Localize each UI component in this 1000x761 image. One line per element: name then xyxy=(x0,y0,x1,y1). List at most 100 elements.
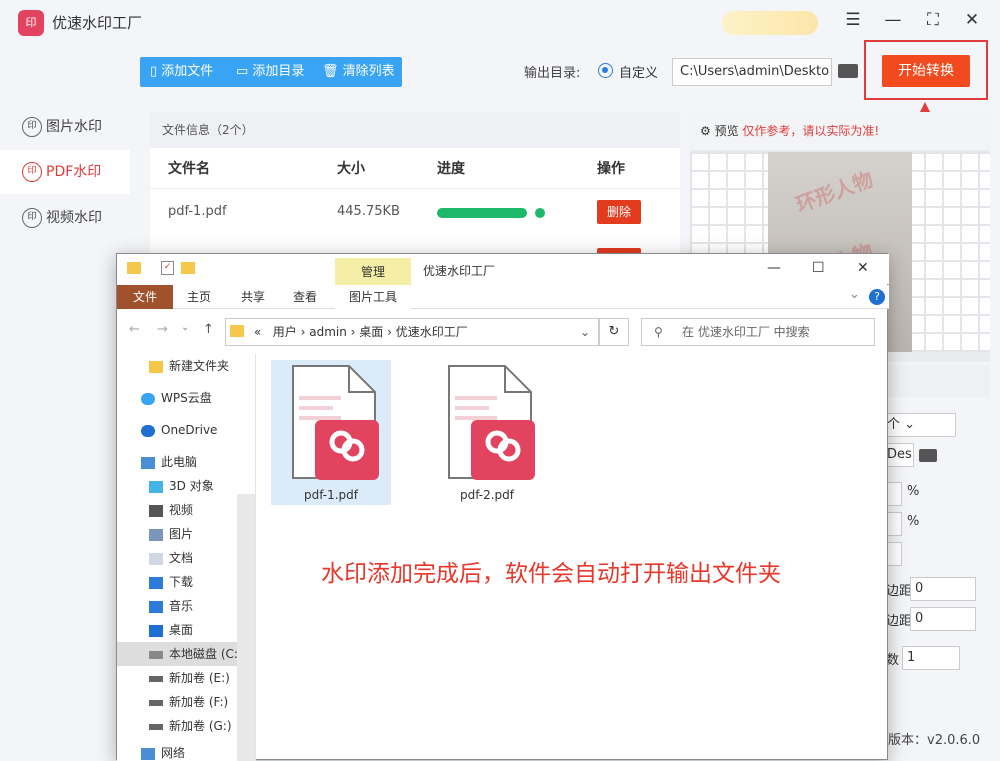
nav-label: 文档 xyxy=(169,551,194,565)
margin-input[interactable]: 0 xyxy=(910,577,976,601)
chevron-down-icon[interactable]: ⌄ xyxy=(181,322,189,333)
sidebar-item-video-watermark[interactable]: 印视频水印 xyxy=(0,196,130,240)
nav-label: OneDrive xyxy=(161,423,218,437)
promo-banner[interactable] xyxy=(722,11,818,35)
preview-header: ⚙ 预览 仅作参考，请以实际为准! xyxy=(690,112,990,150)
nav-label: 桌面 xyxy=(169,623,194,637)
nav-label: 下载 xyxy=(169,575,194,589)
nav-item[interactable]: 新建文件夹 xyxy=(149,354,269,378)
forward-icon[interactable]: → xyxy=(157,322,168,337)
scrollbar[interactable] xyxy=(237,494,255,761)
nav-label: 此电脑 xyxy=(161,455,198,469)
cube-icon xyxy=(149,480,163,493)
cloud-icon xyxy=(141,392,155,405)
sidebar-item-label: PDF水印 xyxy=(46,164,102,180)
maximize-icon[interactable]: ☐ xyxy=(812,260,825,276)
delete-button[interactable]: 删除 xyxy=(597,200,641,224)
drive-icon xyxy=(149,699,163,706)
tab-picture-tools[interactable]: 图片工具 xyxy=(335,285,411,309)
tab-view[interactable]: 查看 xyxy=(293,285,317,309)
chevron-down-icon[interactable]: ⌄ xyxy=(580,319,590,345)
breadcrumb-item[interactable]: 桌面 xyxy=(359,325,383,339)
checkbox-icon[interactable]: ✓ xyxy=(161,261,174,275)
breadcrumb-item[interactable]: 用户 xyxy=(273,325,297,339)
tab-home[interactable]: 主页 xyxy=(187,285,211,309)
breadcrumb-item[interactable]: 优速水印工厂 xyxy=(396,325,468,339)
breadcrumb-item[interactable]: admin xyxy=(309,325,347,339)
tab-share[interactable]: 共享 xyxy=(241,285,265,309)
refresh-icon[interactable]: ↻ xyxy=(599,318,629,346)
folder-icon[interactable] xyxy=(919,449,937,462)
file-name-cell: pdf-1.pdf xyxy=(168,204,227,219)
menu-icon[interactable]: ☰ xyxy=(841,10,865,30)
sidebar-item-image-watermark[interactable]: 印图片水印 xyxy=(0,105,130,149)
download-icon xyxy=(149,576,163,589)
close-icon[interactable]: ✕ xyxy=(960,10,984,30)
ribbon-tabs: 文件 主页 共享 查看 图片工具 ⌄ ? xyxy=(117,285,889,309)
custom-radio[interactable] xyxy=(598,63,613,78)
search-icon: ⚲ xyxy=(654,325,663,339)
document-icon xyxy=(149,552,163,565)
address-bar[interactable]: « 用户 › admin › 桌面 › 优速水印工厂 ⌄ xyxy=(225,318,599,346)
tab-file[interactable]: 文件 xyxy=(117,285,173,309)
sidebar-item-pdf-watermark[interactable]: 印 PDF水印 xyxy=(0,150,130,194)
nav-item[interactable]: WPS云盘 xyxy=(141,386,261,410)
close-icon[interactable]: ✕ xyxy=(857,260,869,276)
folder-icon[interactable] xyxy=(181,262,195,274)
nav-label: 新加卷 (E:) xyxy=(169,671,230,685)
file-item-selected[interactable]: pdf-1.pdf xyxy=(271,360,391,505)
image-icon xyxy=(149,528,163,541)
nav-label: WPS云盘 xyxy=(161,391,212,405)
margin-input[interactable]: 0 xyxy=(910,607,976,631)
folder-icon: ▭ xyxy=(236,64,253,79)
file-explorer-window: ✓ 管理 优速水印工厂 — ☐ ✕ 文件 主页 共享 查看 图片工具 ⌄ ? ←… xyxy=(116,253,889,761)
count-input[interactable]: 1 xyxy=(902,646,960,670)
progress-bar xyxy=(437,208,527,218)
count-select[interactable]: 个 ⌄ xyxy=(882,413,956,437)
nav-item[interactable]: 此电脑 xyxy=(141,450,261,474)
manage-tab[interactable]: 管理 xyxy=(335,258,411,286)
pdf-file-icon xyxy=(292,365,379,480)
file-item[interactable]: pdf-2.pdf xyxy=(427,360,547,505)
watermark-text: 环形人物 xyxy=(792,166,877,217)
start-convert-button[interactable]: 开始转换 xyxy=(882,55,970,87)
nav-label: 新加卷 (F:) xyxy=(169,695,229,709)
nav-label: 图片 xyxy=(169,527,194,541)
output-path-input[interactable]: C:\Users\admin\Deskto xyxy=(672,58,832,86)
search-placeholder: 在 优速水印工厂 中搜索 xyxy=(682,325,810,339)
search-input[interactable]: ⚲ 在 优速水印工厂 中搜索 xyxy=(641,318,875,346)
percent-label: % xyxy=(907,514,920,529)
column-header-progress: 进度 xyxy=(437,161,465,177)
output-label: 输出目录: xyxy=(524,66,581,81)
file-name: pdf-2.pdf xyxy=(459,488,515,502)
breadcrumb-item[interactable]: « xyxy=(254,325,261,339)
up-icon[interactable]: ↑ xyxy=(203,322,214,337)
count-select-value: 个 xyxy=(887,417,901,432)
folder-icon[interactable] xyxy=(838,64,858,78)
nav-item-selected[interactable]: 本地磁盘 (C:) xyxy=(117,642,237,666)
file-info-header: 文件信息（2个） xyxy=(150,112,680,148)
maximize-icon[interactable]: ⛶ xyxy=(921,10,945,30)
check-icon xyxy=(535,208,545,218)
folder-icon xyxy=(127,262,141,274)
back-icon[interactable]: ← xyxy=(129,322,140,337)
drive-icon xyxy=(149,723,163,730)
explorer-title: 优速水印工厂 xyxy=(423,264,496,278)
help-icon[interactable]: ? xyxy=(869,289,885,305)
minimize-icon[interactable]: — xyxy=(881,10,905,30)
column-header-name: 文件名 xyxy=(168,161,210,177)
chevron-down-icon[interactable]: ⌄ xyxy=(849,287,860,302)
percent-label: % xyxy=(907,484,920,499)
clear-list-button[interactable]: 🗑 清除列表 xyxy=(322,57,395,87)
nav-label: 新加卷 (G:) xyxy=(169,719,232,733)
clear-label: 清除列表 xyxy=(342,64,395,79)
add-dir-label: 添加目录 xyxy=(252,64,305,79)
minimize-icon[interactable]: — xyxy=(767,260,781,276)
add-file-button[interactable]: ▯ 添加文件 xyxy=(150,57,213,87)
cloud-icon xyxy=(141,424,155,437)
nav-label: 视频 xyxy=(169,503,194,517)
nav-item[interactable]: OneDrive xyxy=(141,418,261,442)
add-dir-button[interactable]: ▭ 添加目录 xyxy=(236,57,304,87)
gear-icon: ⚙ xyxy=(700,124,715,138)
divider xyxy=(255,354,256,761)
